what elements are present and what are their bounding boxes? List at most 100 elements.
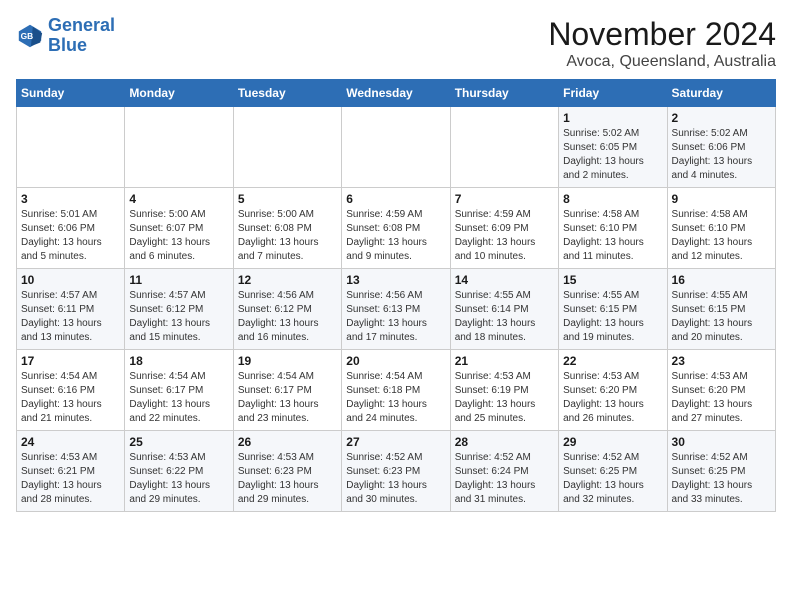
week-row-2: 3 Sunrise: 5:01 AMSunset: 6:06 PMDayligh… <box>17 188 776 269</box>
day-detail: Sunrise: 4:52 AMSunset: 6:24 PMDaylight:… <box>455 452 536 505</box>
day-cell: 15 Sunrise: 4:55 AMSunset: 6:15 PMDaylig… <box>559 269 667 350</box>
day-cell: 23 Sunrise: 4:53 AMSunset: 6:20 PMDaylig… <box>667 350 775 431</box>
day-cell <box>17 107 125 188</box>
day-cell: 7 Sunrise: 4:59 AMSunset: 6:09 PMDayligh… <box>450 188 558 269</box>
day-detail: Sunrise: 4:53 AMSunset: 6:22 PMDaylight:… <box>129 452 210 505</box>
day-cell: 10 Sunrise: 4:57 AMSunset: 6:11 PMDaylig… <box>17 269 125 350</box>
day-cell: 17 Sunrise: 4:54 AMSunset: 6:16 PMDaylig… <box>17 350 125 431</box>
day-detail: Sunrise: 5:02 AMSunset: 6:05 PMDaylight:… <box>563 128 644 181</box>
day-number: 11 <box>129 273 228 287</box>
day-number: 13 <box>346 273 445 287</box>
day-number: 26 <box>238 435 337 449</box>
day-cell: 11 Sunrise: 4:57 AMSunset: 6:12 PMDaylig… <box>125 269 233 350</box>
day-cell: 30 Sunrise: 4:52 AMSunset: 6:25 PMDaylig… <box>667 431 775 512</box>
day-detail: Sunrise: 4:52 AMSunset: 6:25 PMDaylight:… <box>672 452 753 505</box>
day-detail: Sunrise: 4:58 AMSunset: 6:10 PMDaylight:… <box>672 209 753 262</box>
day-number: 9 <box>672 192 771 206</box>
month-title: November 2024 <box>548 16 776 53</box>
day-detail: Sunrise: 4:59 AMSunset: 6:08 PMDaylight:… <box>346 209 427 262</box>
day-detail: Sunrise: 5:00 AMSunset: 6:08 PMDaylight:… <box>238 209 319 262</box>
week-row-4: 17 Sunrise: 4:54 AMSunset: 6:16 PMDaylig… <box>17 350 776 431</box>
day-cell: 27 Sunrise: 4:52 AMSunset: 6:23 PMDaylig… <box>342 431 450 512</box>
day-number: 1 <box>563 111 662 125</box>
day-detail: Sunrise: 4:57 AMSunset: 6:12 PMDaylight:… <box>129 290 210 343</box>
day-cell: 24 Sunrise: 4:53 AMSunset: 6:21 PMDaylig… <box>17 431 125 512</box>
day-number: 5 <box>238 192 337 206</box>
day-detail: Sunrise: 4:54 AMSunset: 6:17 PMDaylight:… <box>129 371 210 424</box>
day-detail: Sunrise: 4:54 AMSunset: 6:16 PMDaylight:… <box>21 371 102 424</box>
day-detail: Sunrise: 4:53 AMSunset: 6:20 PMDaylight:… <box>672 371 753 424</box>
day-cell: 26 Sunrise: 4:53 AMSunset: 6:23 PMDaylig… <box>233 431 341 512</box>
day-cell: 1 Sunrise: 5:02 AMSunset: 6:05 PMDayligh… <box>559 107 667 188</box>
day-cell <box>233 107 341 188</box>
day-number: 19 <box>238 354 337 368</box>
day-number: 12 <box>238 273 337 287</box>
svg-text:GB: GB <box>21 31 34 41</box>
location-title: Avoca, Queensland, Australia <box>548 53 776 71</box>
day-cell: 22 Sunrise: 4:53 AMSunset: 6:20 PMDaylig… <box>559 350 667 431</box>
day-cell: 6 Sunrise: 4:59 AMSunset: 6:08 PMDayligh… <box>342 188 450 269</box>
day-number: 3 <box>21 192 120 206</box>
calendar-table: Sunday Monday Tuesday Wednesday Thursday… <box>16 79 776 512</box>
day-cell: 14 Sunrise: 4:55 AMSunset: 6:14 PMDaylig… <box>450 269 558 350</box>
header-sunday: Sunday <box>17 80 125 107</box>
day-cell: 18 Sunrise: 4:54 AMSunset: 6:17 PMDaylig… <box>125 350 233 431</box>
day-number: 21 <box>455 354 554 368</box>
header-saturday: Saturday <box>667 80 775 107</box>
day-number: 7 <box>455 192 554 206</box>
day-number: 8 <box>563 192 662 206</box>
logo-text: General Blue <box>48 16 115 56</box>
day-detail: Sunrise: 4:55 AMSunset: 6:15 PMDaylight:… <box>672 290 753 343</box>
weekday-header-row: Sunday Monday Tuesday Wednesday Thursday… <box>17 80 776 107</box>
day-cell: 12 Sunrise: 4:56 AMSunset: 6:12 PMDaylig… <box>233 269 341 350</box>
day-number: 2 <box>672 111 771 125</box>
day-detail: Sunrise: 4:59 AMSunset: 6:09 PMDaylight:… <box>455 209 536 262</box>
day-cell: 8 Sunrise: 4:58 AMSunset: 6:10 PMDayligh… <box>559 188 667 269</box>
day-number: 23 <box>672 354 771 368</box>
header-wednesday: Wednesday <box>342 80 450 107</box>
day-number: 4 <box>129 192 228 206</box>
day-cell: 16 Sunrise: 4:55 AMSunset: 6:15 PMDaylig… <box>667 269 775 350</box>
day-number: 29 <box>563 435 662 449</box>
logo-icon: GB <box>16 22 44 50</box>
day-cell: 20 Sunrise: 4:54 AMSunset: 6:18 PMDaylig… <box>342 350 450 431</box>
day-cell: 28 Sunrise: 4:52 AMSunset: 6:24 PMDaylig… <box>450 431 558 512</box>
week-row-3: 10 Sunrise: 4:57 AMSunset: 6:11 PMDaylig… <box>17 269 776 350</box>
day-cell: 5 Sunrise: 5:00 AMSunset: 6:08 PMDayligh… <box>233 188 341 269</box>
page-header: GB General Blue November 2024 Avoca, Que… <box>16 16 776 71</box>
day-detail: Sunrise: 5:02 AMSunset: 6:06 PMDaylight:… <box>672 128 753 181</box>
day-cell: 19 Sunrise: 4:54 AMSunset: 6:17 PMDaylig… <box>233 350 341 431</box>
day-detail: Sunrise: 4:53 AMSunset: 6:19 PMDaylight:… <box>455 371 536 424</box>
day-number: 17 <box>21 354 120 368</box>
day-number: 20 <box>346 354 445 368</box>
day-detail: Sunrise: 4:54 AMSunset: 6:18 PMDaylight:… <box>346 371 427 424</box>
day-detail: Sunrise: 4:55 AMSunset: 6:14 PMDaylight:… <box>455 290 536 343</box>
week-row-1: 1 Sunrise: 5:02 AMSunset: 6:05 PMDayligh… <box>17 107 776 188</box>
day-number: 14 <box>455 273 554 287</box>
day-number: 15 <box>563 273 662 287</box>
week-row-5: 24 Sunrise: 4:53 AMSunset: 6:21 PMDaylig… <box>17 431 776 512</box>
day-detail: Sunrise: 4:54 AMSunset: 6:17 PMDaylight:… <box>238 371 319 424</box>
day-cell: 13 Sunrise: 4:56 AMSunset: 6:13 PMDaylig… <box>342 269 450 350</box>
day-cell: 21 Sunrise: 4:53 AMSunset: 6:19 PMDaylig… <box>450 350 558 431</box>
day-cell <box>450 107 558 188</box>
day-cell: 4 Sunrise: 5:00 AMSunset: 6:07 PMDayligh… <box>125 188 233 269</box>
day-cell: 25 Sunrise: 4:53 AMSunset: 6:22 PMDaylig… <box>125 431 233 512</box>
day-detail: Sunrise: 4:55 AMSunset: 6:15 PMDaylight:… <box>563 290 644 343</box>
day-detail: Sunrise: 4:53 AMSunset: 6:20 PMDaylight:… <box>563 371 644 424</box>
day-number: 30 <box>672 435 771 449</box>
logo: GB General Blue <box>16 16 115 56</box>
day-number: 25 <box>129 435 228 449</box>
day-cell <box>125 107 233 188</box>
day-detail: Sunrise: 4:52 AMSunset: 6:23 PMDaylight:… <box>346 452 427 505</box>
day-cell: 2 Sunrise: 5:02 AMSunset: 6:06 PMDayligh… <box>667 107 775 188</box>
day-cell: 3 Sunrise: 5:01 AMSunset: 6:06 PMDayligh… <box>17 188 125 269</box>
header-tuesday: Tuesday <box>233 80 341 107</box>
day-number: 6 <box>346 192 445 206</box>
day-number: 28 <box>455 435 554 449</box>
day-detail: Sunrise: 4:52 AMSunset: 6:25 PMDaylight:… <box>563 452 644 505</box>
day-number: 10 <box>21 273 120 287</box>
day-detail: Sunrise: 4:57 AMSunset: 6:11 PMDaylight:… <box>21 290 102 343</box>
day-cell <box>342 107 450 188</box>
day-number: 24 <box>21 435 120 449</box>
